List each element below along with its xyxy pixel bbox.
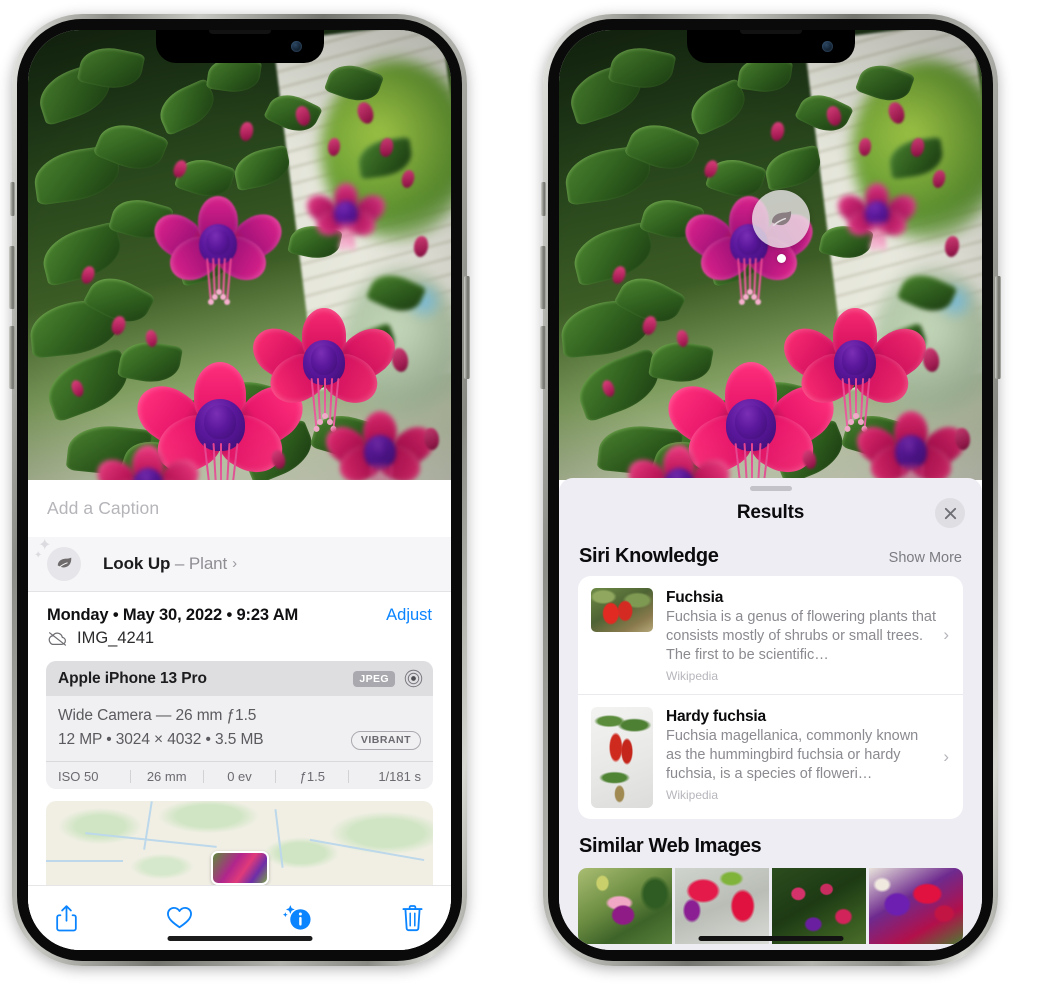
camera-device-name: Apple iPhone 13 Pro: [58, 669, 207, 687]
result-source: Wikipedia: [666, 787, 719, 802]
result-description: Fuchsia is a genus of flowering plants t…: [666, 609, 937, 664]
notch: [155, 30, 324, 63]
phone-screen-right: Results Siri Knowledge Show More Fuchsia…: [559, 30, 982, 950]
photo-viewer[interactable]: [28, 30, 451, 480]
adjust-button[interactable]: Adjust: [386, 606, 432, 625]
web-image-thumbnail[interactable]: [578, 867, 672, 944]
web-image-thumbnail[interactable]: [675, 867, 769, 944]
home-indicator[interactable]: [167, 936, 312, 941]
result-text: Fuchsia Fuchsia is a genus of flowering …: [666, 588, 951, 683]
sheet-header: Results: [559, 491, 982, 535]
front-camera-icon: [821, 41, 833, 52]
result-title: Fuchsia: [666, 589, 724, 606]
result-description: Fuchsia magellanica, commonly known as t…: [666, 728, 919, 782]
location-map[interactable]: [46, 800, 433, 885]
visual-look-up-dot: [777, 254, 786, 263]
caption-placeholder: Add a Caption: [47, 497, 160, 518]
exif-card: Apple iPhone 13 Pro JPEG Wide Camera — 2…: [46, 661, 433, 789]
siri-knowledge-card: Fuchsia Fuchsia is a genus of flowering …: [578, 576, 963, 819]
exif-exposure: 0 ev: [227, 769, 252, 785]
result-thumbnail: [591, 588, 653, 632]
front-camera-icon: [290, 41, 302, 52]
result-thumbnail: [591, 706, 653, 808]
photo-filename: IMG_4241: [77, 629, 155, 648]
list-item[interactable]: Hardy fuchsia Fuchsia magellanica, commo…: [578, 693, 963, 819]
photo-detail-panel: Add a Caption ✦ ✦ Look Up – Plant › Mond…: [28, 480, 451, 950]
mute-switch[interactable]: [541, 182, 546, 216]
earpiece-speaker: [739, 30, 802, 34]
earpiece-speaker: [208, 30, 271, 34]
siri-knowledge-header: Siri Knowledge Show More: [559, 535, 982, 576]
power-button[interactable]: [995, 276, 1001, 379]
exif-header: Apple iPhone 13 Pro JPEG: [46, 661, 433, 697]
photo-viewer[interactable]: [559, 30, 982, 480]
exif-aperture: ƒ1.5: [299, 769, 325, 785]
result-title: Hardy fuchsia: [666, 707, 766, 725]
result-source: Wikipedia: [666, 668, 719, 683]
close-icon[interactable]: [935, 498, 965, 528]
sparkle-small-icon: ✦: [34, 549, 43, 561]
web-image-thumbnail[interactable]: [869, 867, 963, 944]
similar-web-images-title: Similar Web Images: [579, 834, 762, 857]
volume-down-button[interactable]: [9, 326, 15, 389]
exif-iso: ISO 50: [58, 769, 99, 785]
visual-look-up-badge[interactable]: [752, 190, 810, 248]
info-sparkle-icon[interactable]: [282, 903, 313, 932]
notch: [686, 30, 855, 63]
leaf-icon: [771, 210, 791, 226]
leaf-icon: ✦ ✦: [34, 537, 81, 581]
exif-size-line: 12 MP • 3024 × 4032 • 3.5 MB: [58, 731, 264, 749]
look-up-title: Look Up: [103, 553, 171, 573]
volume-up-button[interactable]: [9, 246, 15, 309]
exif-body: Wide Camera — 26 mm ƒ1.5 12 MP • 3024 × …: [46, 696, 433, 761]
volume-up-button[interactable]: [540, 246, 546, 309]
web-image-thumbnail[interactable]: [772, 867, 866, 944]
volume-down-button[interactable]: [540, 326, 546, 389]
exif-lens-line: Wide Camera — 26 mm ƒ1.5: [58, 707, 257, 725]
show-more-button[interactable]: Show More: [889, 550, 962, 566]
phone-screen-left: Add a Caption ✦ ✦ Look Up – Plant › Mond…: [28, 30, 451, 950]
caption-input-row[interactable]: Add a Caption: [28, 480, 451, 537]
look-up-row[interactable]: ✦ ✦ Look Up – Plant ›: [28, 536, 451, 593]
result-text: Hardy fuchsia Fuchsia magellanica, commo…: [666, 707, 951, 802]
filename-row: IMG_4241: [28, 625, 451, 661]
icloud-slash-icon: [48, 632, 66, 646]
exif-stats-row: ISO 50 26 mm 0 ev ƒ1.5 1/181 s: [46, 761, 433, 789]
chevron-right-icon: ›: [943, 746, 949, 766]
similar-web-images-strip: [559, 867, 982, 944]
phone-mockup-left: Add a Caption ✦ ✦ Look Up – Plant › Mond…: [9, 14, 470, 966]
map-photo-pin[interactable]: [210, 850, 269, 885]
sheet-title: Results: [736, 502, 805, 523]
siri-knowledge-title: Siri Knowledge: [579, 545, 719, 567]
share-icon[interactable]: [55, 904, 78, 932]
photo-datetime: Monday • May 30, 2022 • 9:23 AM: [47, 606, 299, 625]
lens-icon: [404, 669, 423, 688]
exif-shutter-speed: 1/181 s: [378, 769, 421, 785]
photo-element: [28, 30, 451, 480]
list-item[interactable]: Fuchsia Fuchsia is a genus of flowering …: [578, 576, 963, 694]
datetime-row: Monday • May 30, 2022 • 9:23 AM Adjust: [28, 592, 451, 625]
phone-mockup-right: Results Siri Knowledge Show More Fuchsia…: [540, 14, 1001, 966]
photo-element: [559, 30, 982, 480]
mute-switch[interactable]: [10, 182, 15, 216]
exif-focal-length: 26 mm: [146, 769, 187, 785]
chevron-right-icon: ›: [232, 555, 238, 573]
look-up-dash: –: [174, 553, 185, 573]
similar-web-images-header: Similar Web Images: [559, 819, 982, 862]
look-up-subject: Plant: [188, 553, 228, 573]
results-sheet: Results Siri Knowledge Show More Fuchsia…: [559, 478, 982, 950]
look-up-label: Look Up – Plant: [103, 554, 227, 574]
photographic-style-badge: VIBRANT: [350, 730, 421, 750]
trash-icon[interactable]: [401, 904, 424, 932]
file-format-badge: JPEG: [353, 670, 395, 687]
chevron-right-icon: ›: [943, 624, 949, 644]
heart-icon[interactable]: [166, 905, 193, 930]
home-indicator[interactable]: [698, 936, 843, 941]
power-button[interactable]: [464, 276, 470, 379]
